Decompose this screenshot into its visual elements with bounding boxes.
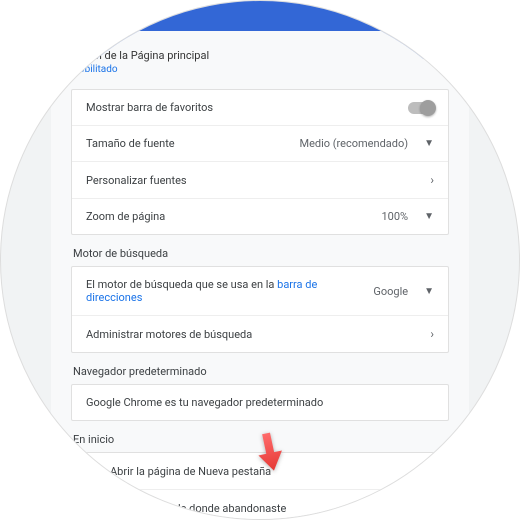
default-card: Google Chrome es tu navegador predetermi… <box>71 384 449 421</box>
manage-engines-row[interactable]: Administrar motores de búsqueda › <box>72 316 448 352</box>
font-size-row[interactable]: Tamaño de fuente Medio (recomendado) ▼ <box>72 126 448 162</box>
search-engine-value: Google <box>373 285 408 298</box>
annotation-arrow-icon <box>255 431 285 477</box>
font-size-label: Tamaño de fuente <box>86 137 175 150</box>
partial-row-sub: ...obilitado <box>71 64 449 75</box>
chevron-right-icon: › <box>430 327 434 341</box>
search-card: El motor de búsqueda que se usa en la ba… <box>71 266 449 353</box>
default-browser-row: Google Chrome es tu navegador predetermi… <box>72 385 448 420</box>
settings-viewport: ...otón de la Página principal ...obilit… <box>0 0 520 520</box>
search-engine-label: El motor de búsqueda que se usa en la ba… <box>86 278 373 304</box>
radio-icon[interactable] <box>86 501 100 515</box>
chevron-down-icon: ▼ <box>424 138 434 149</box>
zoom-value: 100% <box>381 210 408 223</box>
zoom-row[interactable]: Zoom de página 100% ▼ <box>72 199 448 234</box>
chevron-down-icon: ▼ <box>424 286 434 297</box>
font-size-value: Medio (recomendado) <box>299 137 408 150</box>
chevron-right-icon: › <box>430 173 434 187</box>
default-section-title: Navegador predeterminado <box>73 365 449 378</box>
startup-opt1-label: Abrir la página de Nueva pestaña <box>110 465 271 478</box>
bookmarks-label: Mostrar barra de favoritos <box>86 101 213 114</box>
toggle-icon[interactable] <box>408 102 434 114</box>
custom-fonts-label: Personalizar fuentes <box>86 174 187 187</box>
search-engine-row[interactable]: El motor de búsqueda que se usa en la ba… <box>72 267 448 316</box>
startup-option-continue[interactable]: Continúa desde donde abandonaste <box>72 490 448 520</box>
radio-icon[interactable] <box>86 464 100 478</box>
partial-row-title: ...otón de la Página principal <box>71 49 449 62</box>
bookmarks-row[interactable]: Mostrar barra de favoritos <box>72 90 448 126</box>
custom-fonts-row[interactable]: Personalizar fuentes › <box>72 162 448 199</box>
zoom-label: Zoom de página <box>86 210 165 223</box>
manage-engines-label: Administrar motores de búsqueda <box>86 328 252 341</box>
search-section-title: Motor de búsqueda <box>73 247 449 260</box>
appearance-card: Mostrar barra de favoritos Tamaño de fue… <box>71 89 449 235</box>
default-browser-text: Google Chrome es tu navegador predetermi… <box>86 396 323 409</box>
startup-opt2-label: Continúa desde donde abandonaste <box>110 502 286 515</box>
chevron-down-icon: ▼ <box>424 211 434 222</box>
